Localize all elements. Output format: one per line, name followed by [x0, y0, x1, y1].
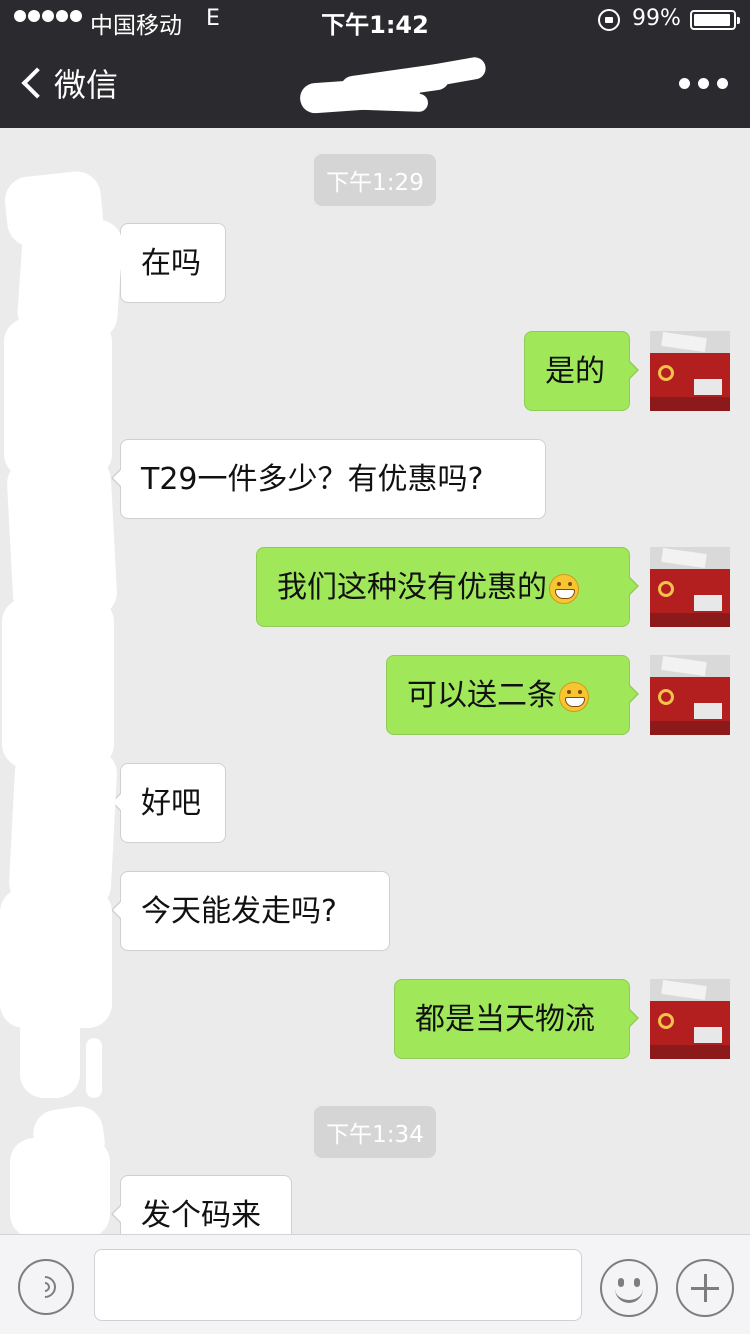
emoji-face-icon — [618, 1278, 624, 1287]
plus-button[interactable] — [676, 1259, 734, 1317]
battery-icon — [690, 10, 740, 30]
back-button[interactable]: 微信 — [18, 60, 118, 106]
back-label: 微信 — [54, 66, 119, 104]
my-avatar[interactable] — [650, 979, 730, 1059]
outgoing-message[interactable]: 都是当天物流 — [394, 979, 639, 1059]
voice-wave-icon — [29, 1271, 61, 1303]
contact-name-redacted — [299, 55, 490, 115]
message-input[interactable] — [94, 1249, 582, 1321]
more-options-button[interactable] — [679, 78, 728, 89]
incoming-message[interactable]: 好吧 — [111, 763, 226, 843]
battery-percent: 99% — [632, 6, 681, 31]
outgoing-message[interactable]: 是的 — [524, 331, 639, 411]
incoming-message[interactable]: 在吗 — [111, 223, 226, 303]
chevron-left-icon — [21, 67, 53, 99]
incoming-message[interactable]: 今天能发走吗? — [111, 871, 390, 951]
emoji-button[interactable] — [600, 1259, 658, 1317]
outgoing-message[interactable]: 可以送二条 — [386, 655, 639, 735]
rotation-lock-icon — [598, 9, 620, 31]
message-text: 我们这种没有优惠的 — [277, 570, 547, 605]
grin-emoji-icon — [559, 681, 589, 712]
incoming-message[interactable]: 发个码来 — [111, 1175, 292, 1234]
chat-area[interactable]: 下午1:29 在吗 是的 T29一件多少？有优惠吗? 我们这种没有优惠的 可以送… — [0, 128, 750, 1234]
my-avatar[interactable] — [650, 331, 730, 411]
outgoing-message[interactable]: 我们这种没有优惠的 — [256, 547, 639, 627]
voice-button[interactable] — [18, 1259, 74, 1315]
my-avatar[interactable] — [650, 655, 730, 735]
incoming-message[interactable]: T29一件多少？有优惠吗? — [111, 439, 546, 519]
timestamp: 下午1:34 — [0, 1106, 750, 1158]
grin-emoji-icon — [549, 573, 579, 604]
timestamp: 下午1:29 — [0, 154, 750, 206]
emoji-mouth-icon — [615, 1289, 643, 1303]
top-bar: 中国移动 E 下午1:42 99% 微信 — [0, 0, 750, 128]
nav-bar: 微信 — [0, 40, 750, 128]
my-avatar[interactable] — [650, 547, 730, 627]
message-text: 可以送二条 — [407, 678, 557, 713]
status-bar: 中国移动 E 下午1:42 99% — [0, 0, 750, 40]
input-bar — [0, 1234, 750, 1334]
